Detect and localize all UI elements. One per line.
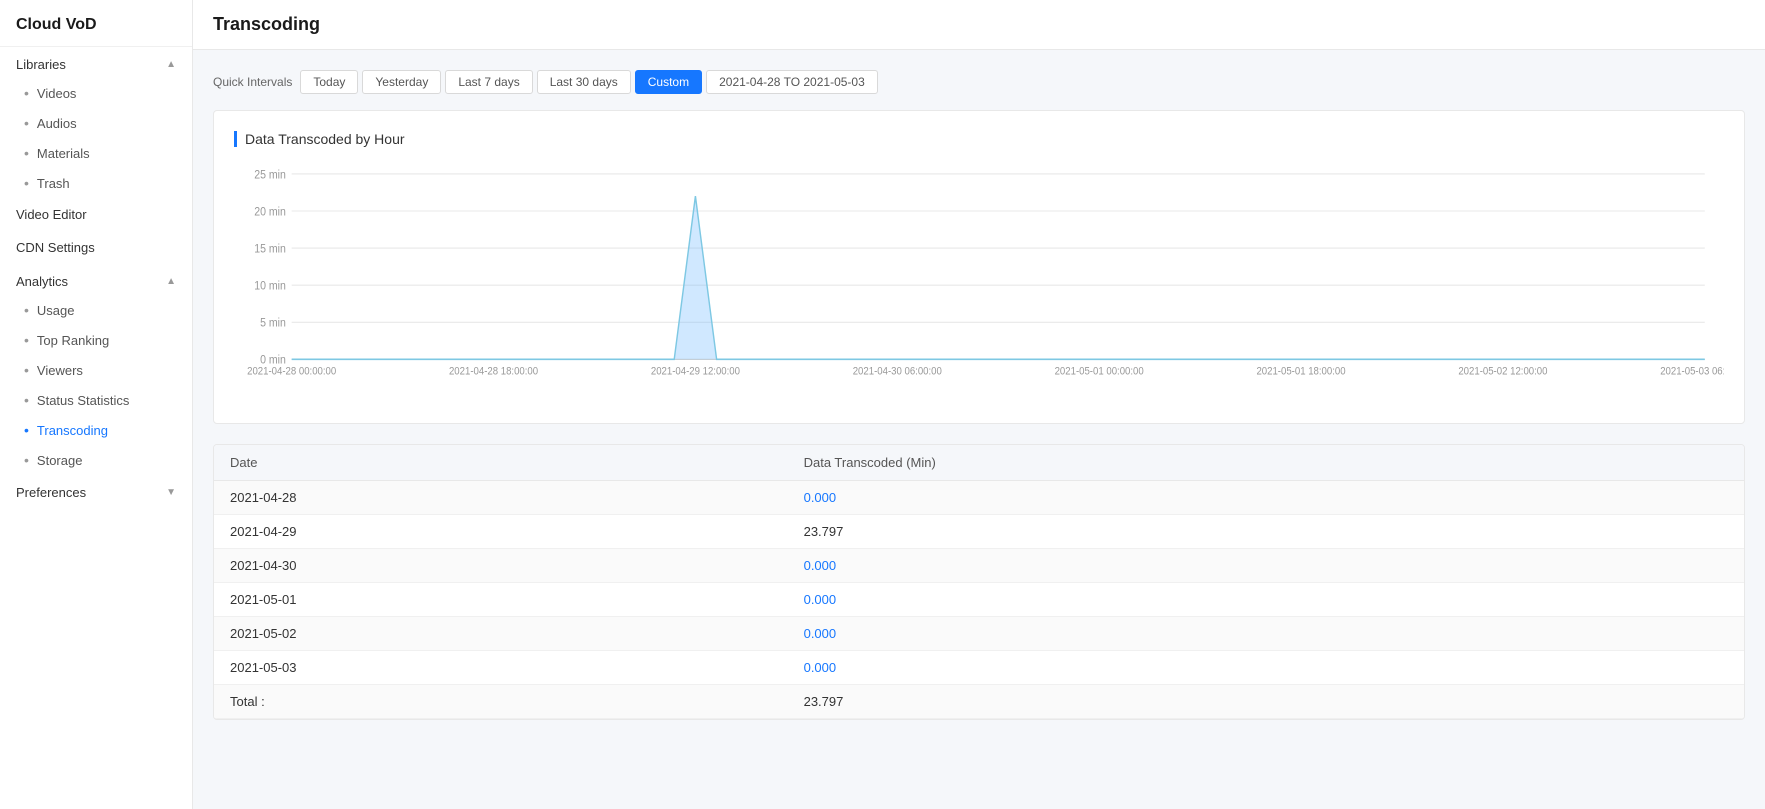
svg-text:2021-04-28 18:00:00: 2021-04-28 18:00:00 bbox=[449, 366, 538, 378]
chart-title: Data Transcoded by Hour bbox=[234, 131, 1724, 147]
cell-value: 23.797 bbox=[788, 515, 1744, 549]
sidebar-item-status-statistics[interactable]: Status Statistics bbox=[0, 385, 192, 415]
libraries-items: VideosAudiosMaterialsTrash bbox=[0, 78, 192, 198]
svg-text:0 min: 0 min bbox=[260, 354, 286, 367]
analytics-section[interactable]: Analytics ▲ bbox=[0, 264, 192, 295]
col-date: Date bbox=[214, 445, 788, 481]
cell-value: 0.000 bbox=[788, 583, 1744, 617]
main-content: Transcoding Quick Intervals TodayYesterd… bbox=[193, 0, 1765, 809]
table-card: Date Data Transcoded (Min) 2021-04-280.0… bbox=[213, 444, 1745, 720]
preferences-label: Preferences bbox=[16, 485, 86, 500]
cell-value: 0.000 bbox=[788, 617, 1744, 651]
svg-text:2021-04-29 12:00:00: 2021-04-29 12:00:00 bbox=[651, 366, 740, 378]
sidebar-item-cdn-settings[interactable]: CDN Settings bbox=[0, 231, 192, 264]
sidebar-item-viewers[interactable]: Viewers bbox=[0, 355, 192, 385]
content-area: Quick Intervals TodayYesterdayLast 7 day… bbox=[193, 50, 1765, 809]
table-row: 2021-04-2923.797 bbox=[214, 515, 1744, 549]
total-value: 23.797 bbox=[788, 685, 1744, 719]
table-total-row: Total :23.797 bbox=[214, 685, 1744, 719]
table-row: 2021-05-030.000 bbox=[214, 651, 1744, 685]
interval-btn-custom[interactable]: Custom bbox=[635, 70, 702, 94]
svg-text:2021-05-01 00:00:00: 2021-05-01 00:00:00 bbox=[1055, 366, 1144, 378]
svg-text:20 min: 20 min bbox=[254, 206, 286, 219]
svg-text:2021-04-28 00:00:00: 2021-04-28 00:00:00 bbox=[247, 366, 336, 378]
interval-range: 2021-04-28 TO 2021-05-03 bbox=[706, 70, 878, 94]
table-row: 2021-05-010.000 bbox=[214, 583, 1744, 617]
interval-btn-today[interactable]: Today bbox=[300, 70, 358, 94]
chart-svg: 0 min 5 min 10 min 15 min 20 min 25 min 2021-0… bbox=[234, 163, 1724, 403]
interval-buttons: TodayYesterdayLast 7 daysLast 30 daysCus… bbox=[300, 70, 702, 94]
page-title: Transcoding bbox=[213, 14, 1745, 35]
intervals-bar: Quick Intervals TodayYesterdayLast 7 day… bbox=[213, 70, 1745, 94]
sidebar-item-top-ranking[interactable]: Top Ranking bbox=[0, 325, 192, 355]
cell-date: 2021-04-29 bbox=[214, 515, 788, 549]
libraries-label: Libraries bbox=[16, 57, 66, 72]
libraries-section[interactable]: Libraries ▲ bbox=[0, 47, 192, 78]
svg-text:5 min: 5 min bbox=[260, 317, 286, 330]
chart-area: 0 min 5 min 10 min 15 min 20 min 25 min 2021-0… bbox=[234, 163, 1724, 403]
svg-text:2021-05-02 12:00:00: 2021-05-02 12:00:00 bbox=[1458, 366, 1547, 378]
libraries-chevron: ▲ bbox=[166, 59, 176, 70]
preferences-section[interactable]: Preferences ▼ bbox=[0, 475, 192, 506]
table-row: 2021-04-300.000 bbox=[214, 549, 1744, 583]
analytics-label: Analytics bbox=[16, 274, 68, 289]
svg-text:15 min: 15 min bbox=[254, 243, 286, 256]
cell-date: 2021-04-30 bbox=[214, 549, 788, 583]
interval-btn-last30[interactable]: Last 30 days bbox=[537, 70, 631, 94]
cell-value: 0.000 bbox=[788, 549, 1744, 583]
col-data: Data Transcoded (Min) bbox=[788, 445, 1744, 481]
page-header: Transcoding bbox=[193, 0, 1765, 50]
analytics-items: UsageTop RankingViewersStatus Statistics… bbox=[0, 295, 192, 475]
table-body: 2021-04-280.0002021-04-2923.7972021-04-3… bbox=[214, 481, 1744, 719]
total-label: Total : bbox=[214, 685, 788, 719]
cell-date: 2021-05-02 bbox=[214, 617, 788, 651]
interval-btn-last7[interactable]: Last 7 days bbox=[445, 70, 532, 94]
svg-text:2021-04-30 06:00:00: 2021-04-30 06:00:00 bbox=[853, 366, 942, 378]
cell-value: 0.000 bbox=[788, 481, 1744, 515]
cell-date: 2021-05-03 bbox=[214, 651, 788, 685]
sidebar-item-materials[interactable]: Materials bbox=[0, 138, 192, 168]
cell-date: 2021-04-28 bbox=[214, 481, 788, 515]
intervals-label: Quick Intervals bbox=[213, 75, 292, 89]
sidebar-item-usage[interactable]: Usage bbox=[0, 295, 192, 325]
table-row: 2021-04-280.000 bbox=[214, 481, 1744, 515]
table-header-row: Date Data Transcoded (Min) bbox=[214, 445, 1744, 481]
interval-btn-yesterday[interactable]: Yesterday bbox=[362, 70, 441, 94]
app-title: Cloud VoD bbox=[0, 0, 192, 47]
data-table: Date Data Transcoded (Min) 2021-04-280.0… bbox=[214, 445, 1744, 719]
sidebar: Cloud VoD Libraries ▲ VideosAudiosMateri… bbox=[0, 0, 193, 809]
sidebar-item-audios[interactable]: Audios bbox=[0, 108, 192, 138]
table-row: 2021-05-020.000 bbox=[214, 617, 1744, 651]
preferences-chevron: ▼ bbox=[166, 487, 176, 498]
sidebar-item-videos[interactable]: Videos bbox=[0, 78, 192, 108]
sidebar-item-transcoding[interactable]: Transcoding bbox=[0, 415, 192, 445]
sidebar-item-trash[interactable]: Trash bbox=[0, 168, 192, 198]
svg-text:25 min: 25 min bbox=[254, 169, 286, 182]
analytics-chevron: ▲ bbox=[166, 276, 176, 287]
sidebar-item-video-editor[interactable]: Video Editor bbox=[0, 198, 192, 231]
svg-text:10 min: 10 min bbox=[254, 280, 286, 293]
sidebar-item-storage[interactable]: Storage bbox=[0, 445, 192, 475]
cell-value: 0.000 bbox=[788, 651, 1744, 685]
chart-card: Data Transcoded by Hour 0 min 5 min 10 min… bbox=[213, 110, 1745, 424]
svg-text:2021-05-03 06:00:00: 2021-05-03 06:00:00 bbox=[1660, 366, 1724, 378]
svg-text:2021-05-01 18:00:00: 2021-05-01 18:00:00 bbox=[1256, 366, 1345, 378]
cell-date: 2021-05-01 bbox=[214, 583, 788, 617]
